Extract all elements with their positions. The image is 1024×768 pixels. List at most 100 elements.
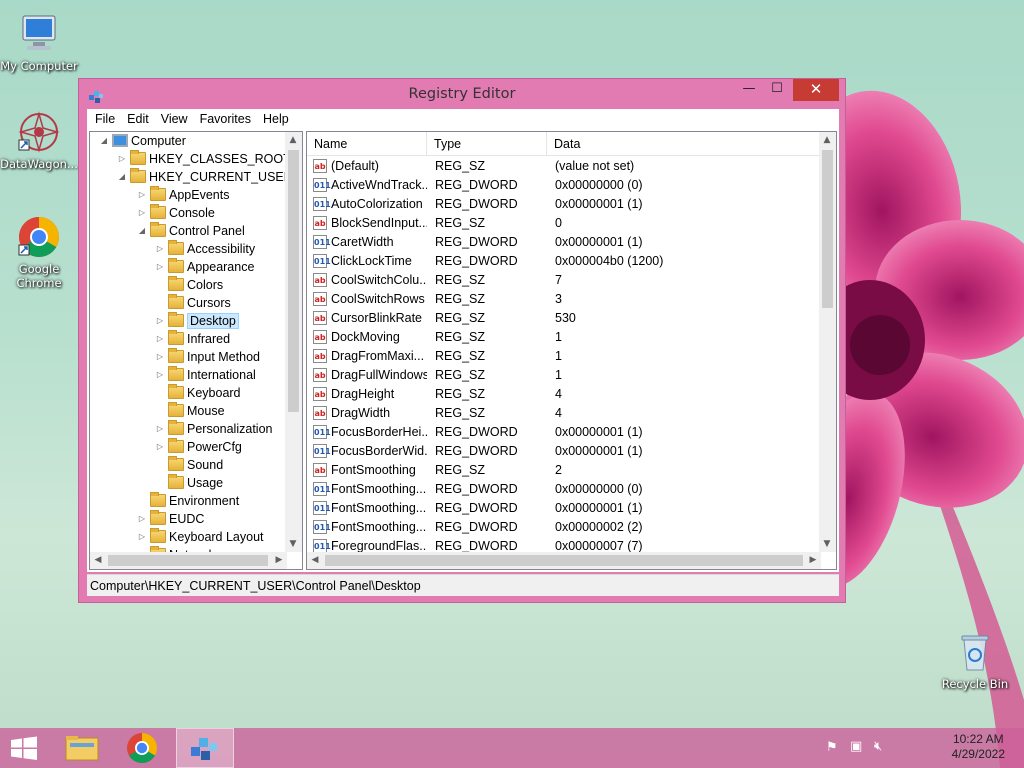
value-row[interactable]: ab DragHeight REG_SZ 4 bbox=[307, 385, 821, 404]
minimize-button[interactable]: — bbox=[735, 79, 763, 101]
tree-node[interactable]: Colors bbox=[154, 276, 223, 294]
value-row[interactable]: 011 FocusBorderWid... REG_DWORD 0x00000001 … bbox=[307, 442, 821, 461]
scroll-right-arrow-icon[interactable]: ▶ bbox=[271, 552, 287, 568]
scroll-right-arrow-icon[interactable]: ▶ bbox=[805, 552, 821, 568]
scroll-down-arrow-icon[interactable]: ▼ bbox=[819, 536, 835, 552]
value-row[interactable]: ab (Default) REG_SZ (value not set) bbox=[307, 157, 821, 176]
scroll-left-arrow-icon[interactable]: ◀ bbox=[90, 552, 106, 568]
collapsed-arrow-icon[interactable]: ▷ bbox=[154, 420, 166, 438]
value-row[interactable]: ab CoolSwitchRows REG_SZ 3 bbox=[307, 290, 821, 309]
taskbar-chrome[interactable] bbox=[116, 728, 168, 768]
list-horizontal-scrollbar[interactable]: ◀ ▶ bbox=[307, 552, 821, 569]
tree-horizontal-scrollbar[interactable]: ◀ ▶ bbox=[90, 552, 287, 569]
collapsed-arrow-icon[interactable]: ▷ bbox=[136, 528, 148, 546]
tree-node[interactable]: ▷ International bbox=[154, 366, 256, 384]
tree-node[interactable]: ◢ Control Panel bbox=[136, 222, 245, 240]
collapsed-arrow-icon[interactable]: ▷ bbox=[154, 330, 166, 348]
tree-node[interactable]: ▷ EUDC bbox=[136, 510, 204, 528]
tree-node[interactable]: ▷ Infrared bbox=[154, 330, 230, 348]
tree-node[interactable]: ▷ HKEY_CLASSES_ROOT bbox=[116, 150, 291, 168]
column-header-name[interactable]: Name bbox=[307, 132, 427, 156]
tree-node[interactable]: Keyboard bbox=[154, 384, 241, 402]
column-header-data[interactable]: Data bbox=[547, 132, 821, 156]
menu-file[interactable]: File bbox=[89, 112, 121, 126]
tree-node[interactable]: Sound bbox=[154, 456, 223, 474]
collapsed-arrow-icon[interactable]: ▷ bbox=[116, 150, 128, 168]
scroll-down-arrow-icon[interactable]: ▼ bbox=[285, 536, 301, 552]
start-button[interactable] bbox=[0, 728, 48, 768]
tree-node[interactable]: ▷ Personalization bbox=[154, 420, 272, 438]
tree-scroll-thumb[interactable] bbox=[288, 150, 299, 412]
list-hscroll-thumb[interactable] bbox=[325, 555, 803, 566]
close-button[interactable]: ✕ bbox=[793, 79, 839, 101]
tree-node[interactable]: ▷ AppEvents bbox=[136, 186, 229, 204]
value-row[interactable]: ab FontSmoothing REG_SZ 2 bbox=[307, 461, 821, 480]
list-vertical-scrollbar[interactable]: ▲ ▼ bbox=[819, 132, 836, 552]
tree-node[interactable]: ◢ HKEY_CURRENT_USER bbox=[116, 168, 293, 186]
value-row[interactable]: 011 ClickLockTime REG_DWORD 0x000004b0 (120… bbox=[307, 252, 821, 271]
value-row[interactable]: ab DockMoving REG_SZ 1 bbox=[307, 328, 821, 347]
menu-edit[interactable]: Edit bbox=[121, 112, 155, 126]
tree-node[interactable]: ◢ Computer bbox=[98, 132, 186, 150]
title-bar[interactable]: Registry Editor — ☐ ✕ bbox=[79, 79, 845, 109]
collapsed-arrow-icon[interactable]: ▷ bbox=[154, 348, 166, 366]
tree-node[interactable]: ▷ Keyboard Layout bbox=[136, 528, 264, 546]
tree-node[interactable]: ▷ Appearance bbox=[154, 258, 254, 276]
collapsed-arrow-icon[interactable]: ▷ bbox=[154, 240, 166, 258]
maximize-button[interactable]: ☐ bbox=[763, 79, 791, 101]
tree-node[interactable]: ▷ Input Method bbox=[154, 348, 260, 366]
value-row[interactable]: 011 ActiveWndTrack... REG_DWORD 0x00000000 … bbox=[307, 176, 821, 195]
expanded-arrow-icon[interactable]: ◢ bbox=[116, 168, 128, 186]
tree-node[interactable]: ▷ Accessibility bbox=[154, 240, 255, 258]
menu-favorites[interactable]: Favorites bbox=[194, 112, 257, 126]
value-row[interactable]: ab BlockSendInput... REG_SZ 0 bbox=[307, 214, 821, 233]
desktop-icon-datawagon[interactable]: DataWagon... bbox=[0, 110, 78, 171]
tree-node[interactable]: Usage bbox=[154, 474, 223, 492]
value-row[interactable]: ab CoolSwitchColu... REG_SZ 7 bbox=[307, 271, 821, 290]
tree-vertical-scrollbar[interactable]: ▲ ▼ bbox=[285, 132, 302, 552]
value-row[interactable]: 011 FontSmoothing... REG_DWORD 0x00000000 (… bbox=[307, 480, 821, 499]
collapsed-arrow-icon[interactable]: ▷ bbox=[154, 366, 166, 384]
scroll-up-arrow-icon[interactable]: ▲ bbox=[819, 132, 835, 148]
scroll-left-arrow-icon[interactable]: ◀ bbox=[307, 552, 323, 568]
column-header-type[interactable]: Type bbox=[427, 132, 547, 156]
desktop-icon-my-computer[interactable]: My Computer bbox=[0, 12, 78, 73]
desktop-icon-google-chrome[interactable]: Google Chrome bbox=[0, 215, 78, 290]
value-row[interactable]: ab CursorBlinkRate REG_SZ 530 bbox=[307, 309, 821, 328]
collapsed-arrow-icon[interactable]: ▷ bbox=[136, 204, 148, 222]
value-row[interactable]: ab DragFullWindows REG_SZ 1 bbox=[307, 366, 821, 385]
tree-node[interactable]: ▷ Console bbox=[136, 204, 215, 222]
collapsed-arrow-icon[interactable]: ▷ bbox=[154, 312, 166, 330]
value-row[interactable]: 011 AutoColorization REG_DWORD 0x00000001 (… bbox=[307, 195, 821, 214]
taskbar-file-explorer[interactable] bbox=[56, 728, 108, 768]
tree-node[interactable]: Cursors bbox=[154, 294, 231, 312]
collapsed-arrow-icon[interactable]: ▷ bbox=[154, 438, 166, 456]
values-list[interactable]: Name Type Data 011 ForegroundFlas... REG_D… bbox=[306, 131, 837, 570]
volume-muted-icon[interactable]: 🔇︎ bbox=[874, 739, 882, 754]
registry-tree[interactable]: Network▷Keyboard Layout▷EUDCEnvironmentU… bbox=[89, 131, 303, 570]
scroll-up-arrow-icon[interactable]: ▲ bbox=[285, 132, 301, 148]
expanded-arrow-icon[interactable]: ◢ bbox=[98, 132, 110, 150]
desktop-icon-recycle-bin[interactable]: Recycle Bin bbox=[936, 630, 1014, 691]
taskbar-registry-editor[interactable] bbox=[176, 728, 234, 768]
value-row[interactable]: 011 CaretWidth REG_DWORD 0x00000001 (1) bbox=[307, 233, 821, 252]
tree-node[interactable]: Mouse bbox=[154, 402, 225, 420]
tree-node[interactable]: ▷ Desktop bbox=[154, 312, 239, 330]
tree-hscroll-thumb[interactable] bbox=[108, 555, 268, 566]
action-center-flag-icon[interactable]: ⚑ bbox=[826, 740, 838, 755]
tree-node[interactable]: Environment bbox=[136, 492, 239, 510]
value-row[interactable]: 011 FontSmoothing... REG_DWORD 0x00000002 (… bbox=[307, 518, 821, 537]
list-scroll-thumb[interactable] bbox=[822, 150, 833, 308]
value-row[interactable]: 011 FontSmoothing... REG_DWORD 0x00000001 (… bbox=[307, 499, 821, 518]
menu-view[interactable]: View bbox=[155, 112, 194, 126]
value-row[interactable]: 011 FocusBorderHei... REG_DWORD 0x00000001 … bbox=[307, 423, 821, 442]
taskbar-clock[interactable]: 10:22 AM 4/29/2022 bbox=[952, 732, 1005, 762]
menu-help[interactable]: Help bbox=[257, 112, 295, 126]
expanded-arrow-icon[interactable]: ◢ bbox=[136, 222, 148, 240]
collapsed-arrow-icon[interactable]: ▷ bbox=[136, 510, 148, 528]
collapsed-arrow-icon[interactable]: ▷ bbox=[154, 258, 166, 276]
tree-node[interactable]: ▷ PowerCfg bbox=[154, 438, 242, 456]
value-row[interactable]: ab DragWidth REG_SZ 4 bbox=[307, 404, 821, 423]
value-row[interactable]: ab DragFromMaxi... REG_SZ 1 bbox=[307, 347, 821, 366]
collapsed-arrow-icon[interactable]: ▷ bbox=[136, 186, 148, 204]
